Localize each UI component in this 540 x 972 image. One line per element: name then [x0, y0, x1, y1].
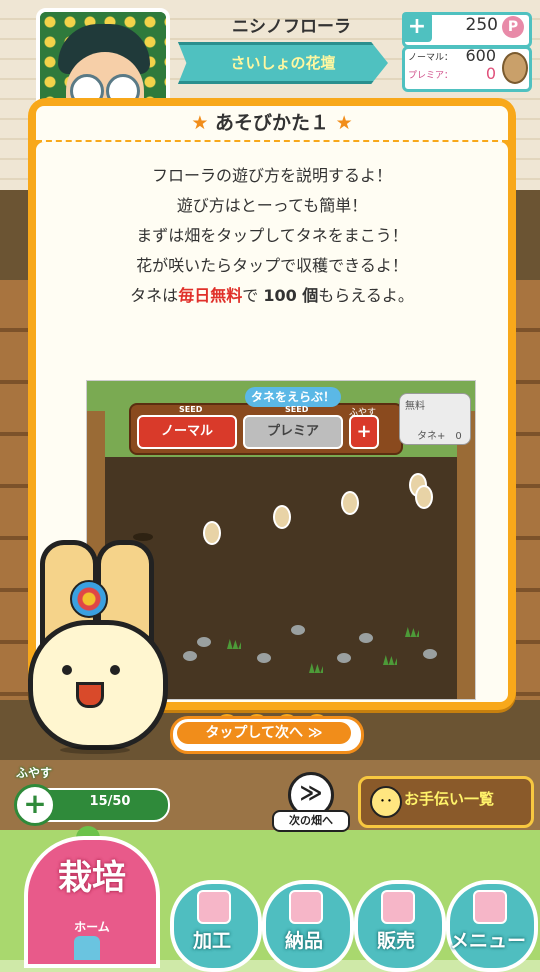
home-subtitle: ホーム	[74, 920, 110, 934]
points-value: 250	[465, 15, 498, 35]
rock	[423, 649, 437, 659]
rock	[291, 625, 305, 635]
mascot-eye	[110, 665, 120, 675]
instruction-line: 花が咲いたらタップで収穫できるよ！	[136, 256, 408, 275]
tutorial-premium-button: プレミア	[243, 415, 343, 449]
falling-seed	[273, 505, 291, 529]
tutorial-fence-right	[457, 411, 475, 699]
star-icon: ★	[335, 112, 353, 134]
free-daily-highlight: 毎日無料	[178, 286, 243, 305]
seed-tag: SEED	[179, 405, 203, 414]
fence-right	[512, 280, 540, 700]
bouquet-icon	[197, 890, 231, 924]
tutorial-free-count: タネ+ 0	[417, 431, 462, 442]
next-field-label[interactable]: 次の畑へ	[272, 810, 350, 832]
flower-icon	[70, 580, 108, 618]
normal-seed-count: 600	[465, 46, 496, 65]
tutorial-normal-button: ノーマル	[137, 415, 237, 449]
door-icon	[74, 936, 100, 960]
nav-process-label: 加工	[192, 930, 231, 952]
points-icon: P	[502, 16, 524, 38]
dialog-title: ★ あそびかた１ ★	[36, 106, 508, 140]
dialog-title-bar: ★ あそびかた１ ★	[36, 106, 508, 142]
helper-list-label: お手伝い一覧	[404, 790, 495, 808]
home-title: 栽培	[58, 858, 126, 898]
seed-count-highlight: 100 個	[263, 286, 319, 305]
line-suffix: もらえるよ。	[318, 286, 414, 305]
seed-tag: SEED	[285, 405, 309, 414]
instruction-line: タネは毎日無料で 100 個もらえるよ。	[36, 282, 508, 306]
expand-label: ふやす	[16, 766, 53, 780]
expand-field-button[interactable]: +	[14, 784, 56, 826]
falling-seed	[415, 485, 433, 509]
seed-icon	[502, 52, 528, 84]
rock	[359, 633, 373, 643]
helper-face-icon: ･･	[370, 786, 402, 818]
tutorial-free-label: 無料	[405, 401, 425, 412]
falling-seed	[341, 491, 359, 515]
tutorial-caption: タネをえらぶ！	[245, 387, 341, 407]
instruction-line: 遊び方はとーっても簡単！	[176, 196, 368, 215]
rock	[257, 653, 271, 663]
instruction-line: まずは畑をタップしてタネをまこう！	[136, 226, 408, 245]
title-banner: さいしょの花壇	[178, 42, 388, 84]
mascot-eye	[62, 665, 72, 675]
rock	[183, 651, 197, 661]
tap-next-label: タップして次へ ≫	[177, 722, 351, 744]
rock	[337, 653, 351, 663]
rock	[197, 637, 211, 647]
tutorial-plus-button: +	[349, 415, 379, 449]
dialog-title-text: あそびかた１	[214, 112, 329, 134]
nav-deliver-label: 納品	[284, 930, 323, 952]
add-points-button[interactable]: +	[402, 12, 432, 42]
cart-icon	[381, 890, 415, 924]
player-name: ニシノフローラ	[232, 17, 351, 37]
fence-left	[0, 280, 28, 700]
line-prefix: タネは	[130, 286, 179, 305]
nav-menu-label: メニュー	[449, 930, 526, 952]
building-icon	[473, 890, 507, 924]
line-mid: で	[242, 286, 259, 305]
instruction-line: フローラの遊び方を説明するよ！	[151, 166, 392, 185]
plot-count: 15/50	[89, 794, 131, 809]
falling-seed	[203, 521, 221, 545]
mascot-shadow	[60, 746, 130, 754]
premium-seed-count: 0	[485, 64, 496, 83]
mascot-mouth	[76, 682, 104, 708]
gift-box-icon	[289, 890, 323, 924]
title-text: さいしょの花壇	[230, 54, 336, 72]
nav-sell-label: 販売	[376, 930, 415, 952]
tap-next-button[interactable]: タップして次へ ≫	[170, 716, 364, 754]
star-icon: ★	[191, 112, 209, 134]
